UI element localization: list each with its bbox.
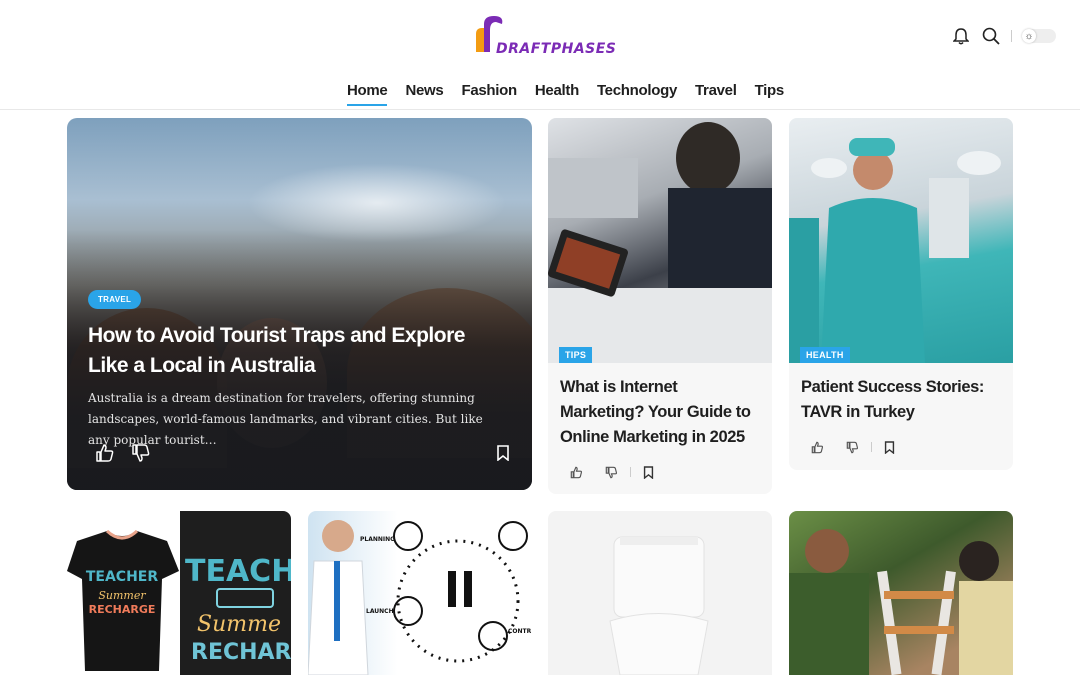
post-thumbnail[interactable]: TIPS (548, 118, 772, 363)
bookmark-icon[interactable] (496, 445, 510, 461)
dark-mode-toggle[interactable]: ☼ (1022, 29, 1056, 43)
site-header: DRAFTPHASES Home News Fashion Health Tec… (0, 0, 1080, 110)
reaction-bar (95, 443, 151, 463)
post-card-tshirt[interactable]: TEACHER Summer RECHARGE TEACH Summe RECH… (67, 511, 291, 675)
post-card-diy[interactable] (789, 511, 1013, 675)
thumbs-down-icon[interactable] (605, 466, 618, 479)
post-thumbnail[interactable]: HEALTH (789, 118, 1013, 363)
hospital-photo-illustration (789, 138, 1001, 363)
tshirt-text: TEACH (185, 554, 291, 589)
diagram-label: LAUNCH (366, 608, 394, 615)
thumbs-down-icon[interactable] (846, 441, 859, 454)
nav-item-travel[interactable]: Travel (695, 82, 737, 106)
thumbs-up-icon[interactable] (811, 441, 824, 454)
category-badge[interactable]: TIPS (559, 347, 593, 363)
header-actions: ☼ (951, 26, 1056, 46)
tshirt-text: TEACHER (86, 569, 159, 585)
bookmark-icon[interactable] (643, 465, 654, 479)
tshirt-text: RECHARGE (89, 603, 156, 616)
diy-image (789, 529, 1013, 675)
tshirt-text: Summe (197, 612, 281, 637)
post-excerpt: Australia is a dream destination for tra… (88, 391, 483, 447)
planning-image: PLANNING LAUNCH CONTR (308, 520, 532, 675)
notifications-button[interactable] (951, 26, 971, 46)
post-card[interactable]: TIPS What is Internet Marketing? Your Gu… (548, 118, 772, 494)
bell-icon (953, 28, 969, 45)
tshirt-image: TEACHER Summer RECHARGE TEACH Summe RECH… (67, 511, 291, 675)
nav-item-news[interactable]: News (405, 82, 443, 106)
site-logo[interactable]: DRAFTPHASES (470, 12, 616, 60)
nav-item-technology[interactable]: Technology (597, 82, 677, 106)
office-photo-illustration (548, 122, 772, 363)
reaction-bar (548, 450, 772, 484)
header-divider (1011, 30, 1012, 42)
nav-item-tips[interactable]: Tips (755, 82, 785, 106)
reaction-bar (789, 425, 1013, 459)
nav-item-health[interactable]: Health (535, 82, 579, 106)
main-nav: Home News Fashion Health Technology Trav… (347, 82, 784, 106)
divider (630, 467, 631, 477)
logo-wordmark: DRAFTPHASES (496, 41, 617, 57)
search-icon (982, 27, 1000, 45)
post-card-toilet[interactable] (548, 511, 772, 675)
category-badge[interactable]: TRAVEL (88, 290, 142, 309)
diagram-label: CONTR (508, 628, 532, 635)
nav-item-home[interactable]: Home (347, 82, 388, 106)
post-title[interactable]: Patient Success Stories: TAVR in Turkey (789, 363, 1013, 425)
thumbs-down-icon[interactable] (131, 443, 151, 463)
sun-icon: ☼ (1022, 29, 1036, 43)
nav-item-fashion[interactable]: Fashion (461, 82, 517, 106)
search-button[interactable] (981, 26, 1001, 46)
post-title[interactable]: How to Avoid Tourist Traps and Explore L… (88, 321, 508, 381)
divider (871, 442, 872, 452)
featured-post[interactable]: TRAVEL How to Avoid Tourist Traps and Ex… (67, 118, 532, 490)
thumbs-up-icon[interactable] (570, 466, 583, 479)
post-title[interactable]: What is Internet Marketing? Your Guide t… (548, 363, 772, 450)
category-badge[interactable]: HEALTH (800, 347, 850, 363)
bookmark-icon[interactable] (884, 440, 895, 454)
toilet-image (609, 536, 709, 675)
tshirt-text: Summer (98, 589, 146, 602)
post-card[interactable]: HEALTH Patient Success Stories: TAVR in … (789, 118, 1013, 470)
tshirt-text: RECHAR (191, 640, 291, 665)
thumbs-up-icon[interactable] (95, 443, 115, 463)
post-card-planning[interactable]: PLANNING LAUNCH CONTR (308, 511, 532, 675)
diagram-label: PLANNING (360, 536, 395, 543)
